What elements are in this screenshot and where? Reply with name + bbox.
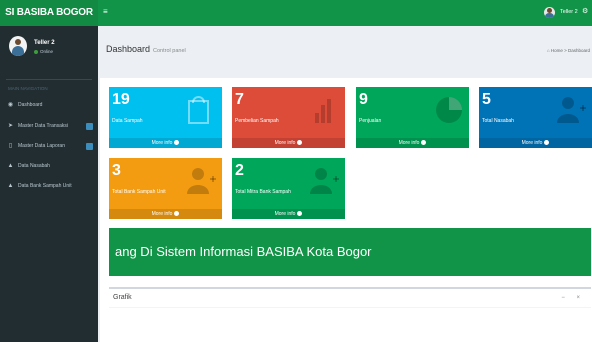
grafik-panel: Grafik − × (109, 287, 591, 342)
more-info-link[interactable]: More info (356, 138, 469, 148)
stat-value: 3 (112, 162, 121, 179)
stat-value: 9 (359, 91, 368, 108)
more-info-link[interactable]: More info (232, 209, 345, 219)
app-logo[interactable]: SI BASIBA BOGOR (0, 0, 98, 26)
panel-tools[interactable]: − × (561, 295, 585, 301)
page-subtitle: Control panel (153, 48, 186, 54)
user-status: Online (34, 49, 53, 54)
sidebar-item-label: Dashboard (18, 102, 43, 108)
send-icon: ➤ (7, 123, 14, 129)
grafik-title: Grafik (113, 294, 132, 301)
welcome-banner: ang Di Sistem Informasi BASIBA Kota Bogo… (109, 228, 591, 276)
stat-value: 7 (235, 91, 244, 108)
sidebar-item-data-bank-sampah-unit[interactable]: ▲ Data Bank Sampah Unit (0, 179, 98, 193)
pie-chart-icon (436, 97, 462, 123)
stat-box-pembelian-sampah: 7 Pembelian Sampah More info (232, 87, 345, 148)
more-info-link[interactable]: More info (232, 138, 345, 148)
user-panel: Teller 2 Online (0, 32, 98, 66)
divider (109, 307, 591, 308)
stat-box-total-nasabah: 5 Total Nasabah More info (479, 87, 592, 148)
sidebar-item-dashboard[interactable]: ◉ Dashboard (0, 98, 98, 112)
arrow-circle-right-icon (544, 140, 550, 145)
more-info-link[interactable]: More info (479, 138, 592, 148)
user-name: Teller 2 (34, 40, 55, 46)
stat-label: Pembelian Sampah (235, 118, 279, 124)
user-plus-icon (557, 97, 586, 123)
file-icon: ▯ (8, 143, 13, 149)
avatar[interactable] (544, 7, 555, 18)
stat-label: Penjualan (359, 118, 382, 124)
avatar (9, 36, 27, 56)
sidebar-item-label: Master Data Transaksi (18, 123, 69, 129)
header-user-name[interactable]: Teller 2 (560, 9, 578, 15)
dashboard-icon: ◉ (7, 102, 14, 108)
page-title: Dashboard Control panel (106, 44, 186, 54)
shopping-bag-icon (188, 96, 209, 124)
stat-box-penjualan: 9 Penjualan More info (356, 87, 469, 148)
sidebar: SI BASIBA BOGOR Teller 2 Online MAIN NAV… (0, 0, 98, 342)
gear-icon[interactable]: ⚙ (582, 7, 588, 15)
stat-value: 2 (235, 162, 244, 179)
stat-value: 5 (482, 91, 491, 108)
sidebar-search[interactable] (6, 72, 92, 80)
arrow-circle-right-icon (421, 140, 427, 145)
nav-header: MAIN NAVIGATION (8, 86, 48, 91)
stat-box-total-bank-sampah-unit: 3 Total Bank Sampah Unit More info (109, 158, 222, 219)
stat-label: Data Sampah (112, 118, 143, 124)
breadcrumb[interactable]: ⌂ Home > Dashboard (547, 48, 590, 53)
sidebar-item-label: Data Nasabah (18, 163, 50, 169)
sidebar-item-data-nasabah[interactable]: ▲ Data Nasabah (0, 159, 98, 173)
expand-badge (86, 143, 93, 150)
menu-toggle-icon[interactable]: ≡ (103, 7, 108, 17)
sidebar-item-label: Master Data Laporan (18, 143, 65, 149)
user-icon: ▲ (7, 163, 14, 169)
more-info-link[interactable]: More info (109, 209, 222, 219)
arrow-circle-right-icon (297, 140, 303, 145)
sidebar-item-master-data-laporan[interactable]: ▯ Master Data Laporan (0, 139, 98, 153)
top-header: ≡ Teller 2 ⚙ (98, 0, 592, 26)
arrow-circle-right-icon (174, 140, 180, 145)
stat-label: Total Nasabah (482, 118, 514, 124)
stat-value: 19 (112, 91, 130, 108)
sidebar-item-master-data-transaksi[interactable]: ➤ Master Data Transaksi (0, 119, 98, 133)
expand-badge (86, 123, 93, 130)
arrow-circle-right-icon (174, 211, 180, 216)
stat-label: Total Bank Sampah Unit (112, 189, 166, 195)
stat-box-data-sampah: 19 Data Sampah More info (109, 87, 222, 148)
sidebar-item-label: Data Bank Sampah Unit (18, 183, 72, 189)
user-plus-icon (187, 168, 216, 194)
user-icon: ▲ (7, 183, 14, 189)
online-status-icon (34, 49, 38, 54)
user-plus-icon (310, 168, 339, 194)
bar-chart-icon (315, 99, 331, 123)
arrow-circle-right-icon (297, 211, 303, 216)
more-info-link[interactable]: More info (109, 138, 222, 148)
stat-box-total-mitra-bank-sampah: 2 Total Mitra Bank Sampah More info (232, 158, 345, 219)
stat-label: Total Mitra Bank Sampah (235, 189, 291, 195)
